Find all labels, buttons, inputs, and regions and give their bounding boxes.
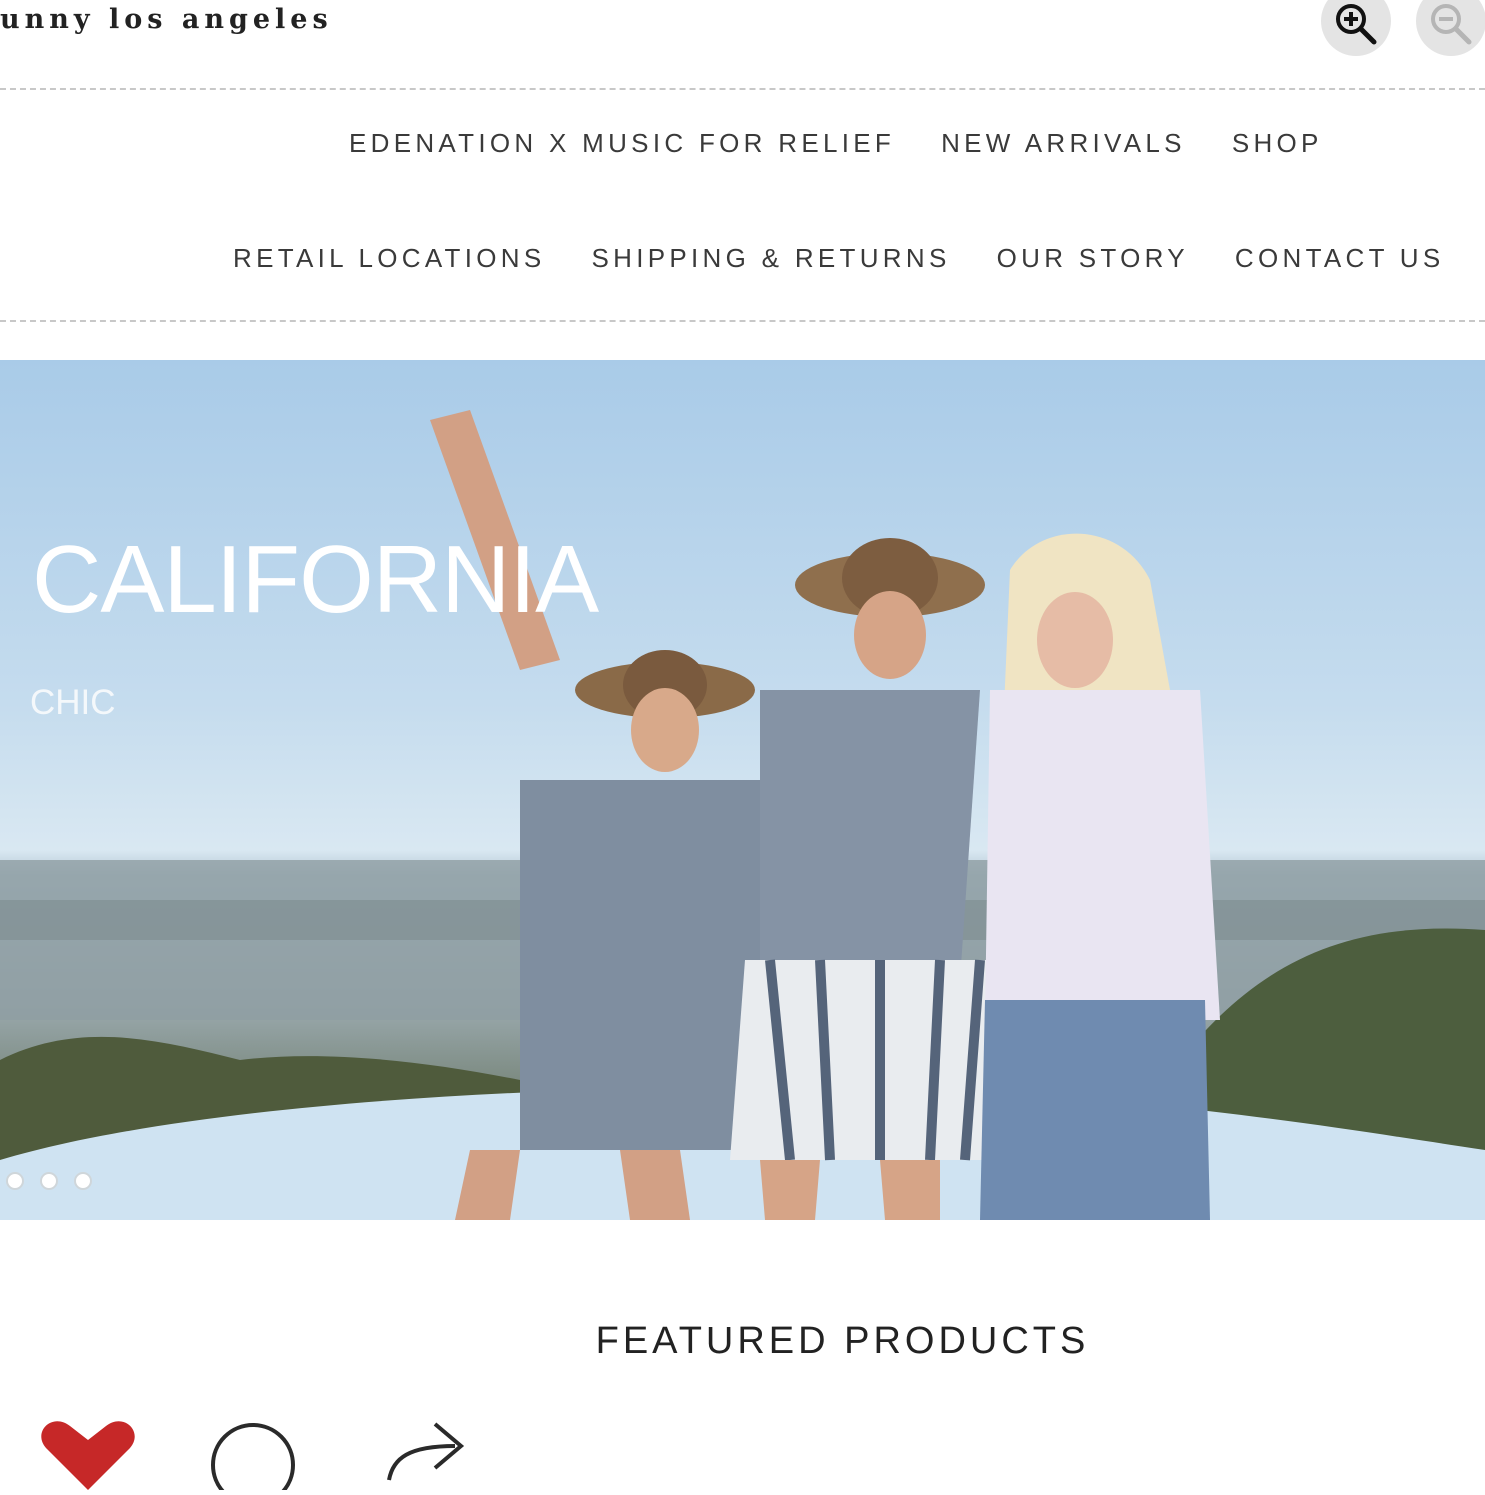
hero-image — [0, 410, 1485, 1220]
hero-title: CALIFORNIA — [32, 526, 599, 633]
nav-edenation-music-for-relief[interactable]: EDENATION X MUSIC FOR RELIEF — [349, 128, 895, 159]
zoom-in-button[interactable] — [1321, 0, 1391, 56]
slider-dot-2[interactable] — [40, 1172, 58, 1190]
nav-shipping-returns[interactable]: SHIPPING & RETURNS — [591, 243, 950, 274]
header-divider-top — [0, 88, 1485, 90]
zoom-in-icon — [1336, 4, 1377, 45]
zoom-out-button[interactable] — [1416, 0, 1485, 56]
featured-products-heading: FEATURED PRODUCTS — [595, 1320, 1090, 1362]
nav-retail-locations[interactable]: RETAIL LOCATIONS — [233, 243, 545, 274]
like-button[interactable] — [38, 1420, 138, 1495]
zoom-out-icon — [1431, 4, 1472, 45]
brand-logo[interactable]: unny los angeles — [0, 4, 333, 35]
share-button[interactable] — [385, 1418, 470, 1488]
nav-our-story[interactable]: OUR STORY — [997, 243, 1189, 274]
main-nav-row-2: RETAIL LOCATIONS SHIPPING & RETURNS OUR … — [233, 243, 1445, 274]
header-divider-bottom — [0, 320, 1485, 322]
nav-new-arrivals[interactable]: NEW ARRIVALS — [941, 128, 1186, 159]
slider-pagination — [6, 1172, 108, 1190]
comment-button[interactable] — [210, 1420, 300, 1495]
main-nav-row-1: EDENATION X MUSIC FOR RELIEF NEW ARRIVAL… — [349, 128, 1323, 159]
hero-slider[interactable]: CALIFORNIA CHIC — [0, 360, 1485, 1220]
nav-contact-us[interactable]: CONTACT US — [1235, 243, 1445, 274]
nav-shop[interactable]: SHOP — [1232, 128, 1323, 159]
share-icon — [387, 1422, 465, 1481]
hero-subtitle: CHIC — [30, 683, 116, 722]
slider-dot-3[interactable] — [74, 1172, 92, 1190]
slider-dot-1[interactable] — [6, 1172, 24, 1190]
